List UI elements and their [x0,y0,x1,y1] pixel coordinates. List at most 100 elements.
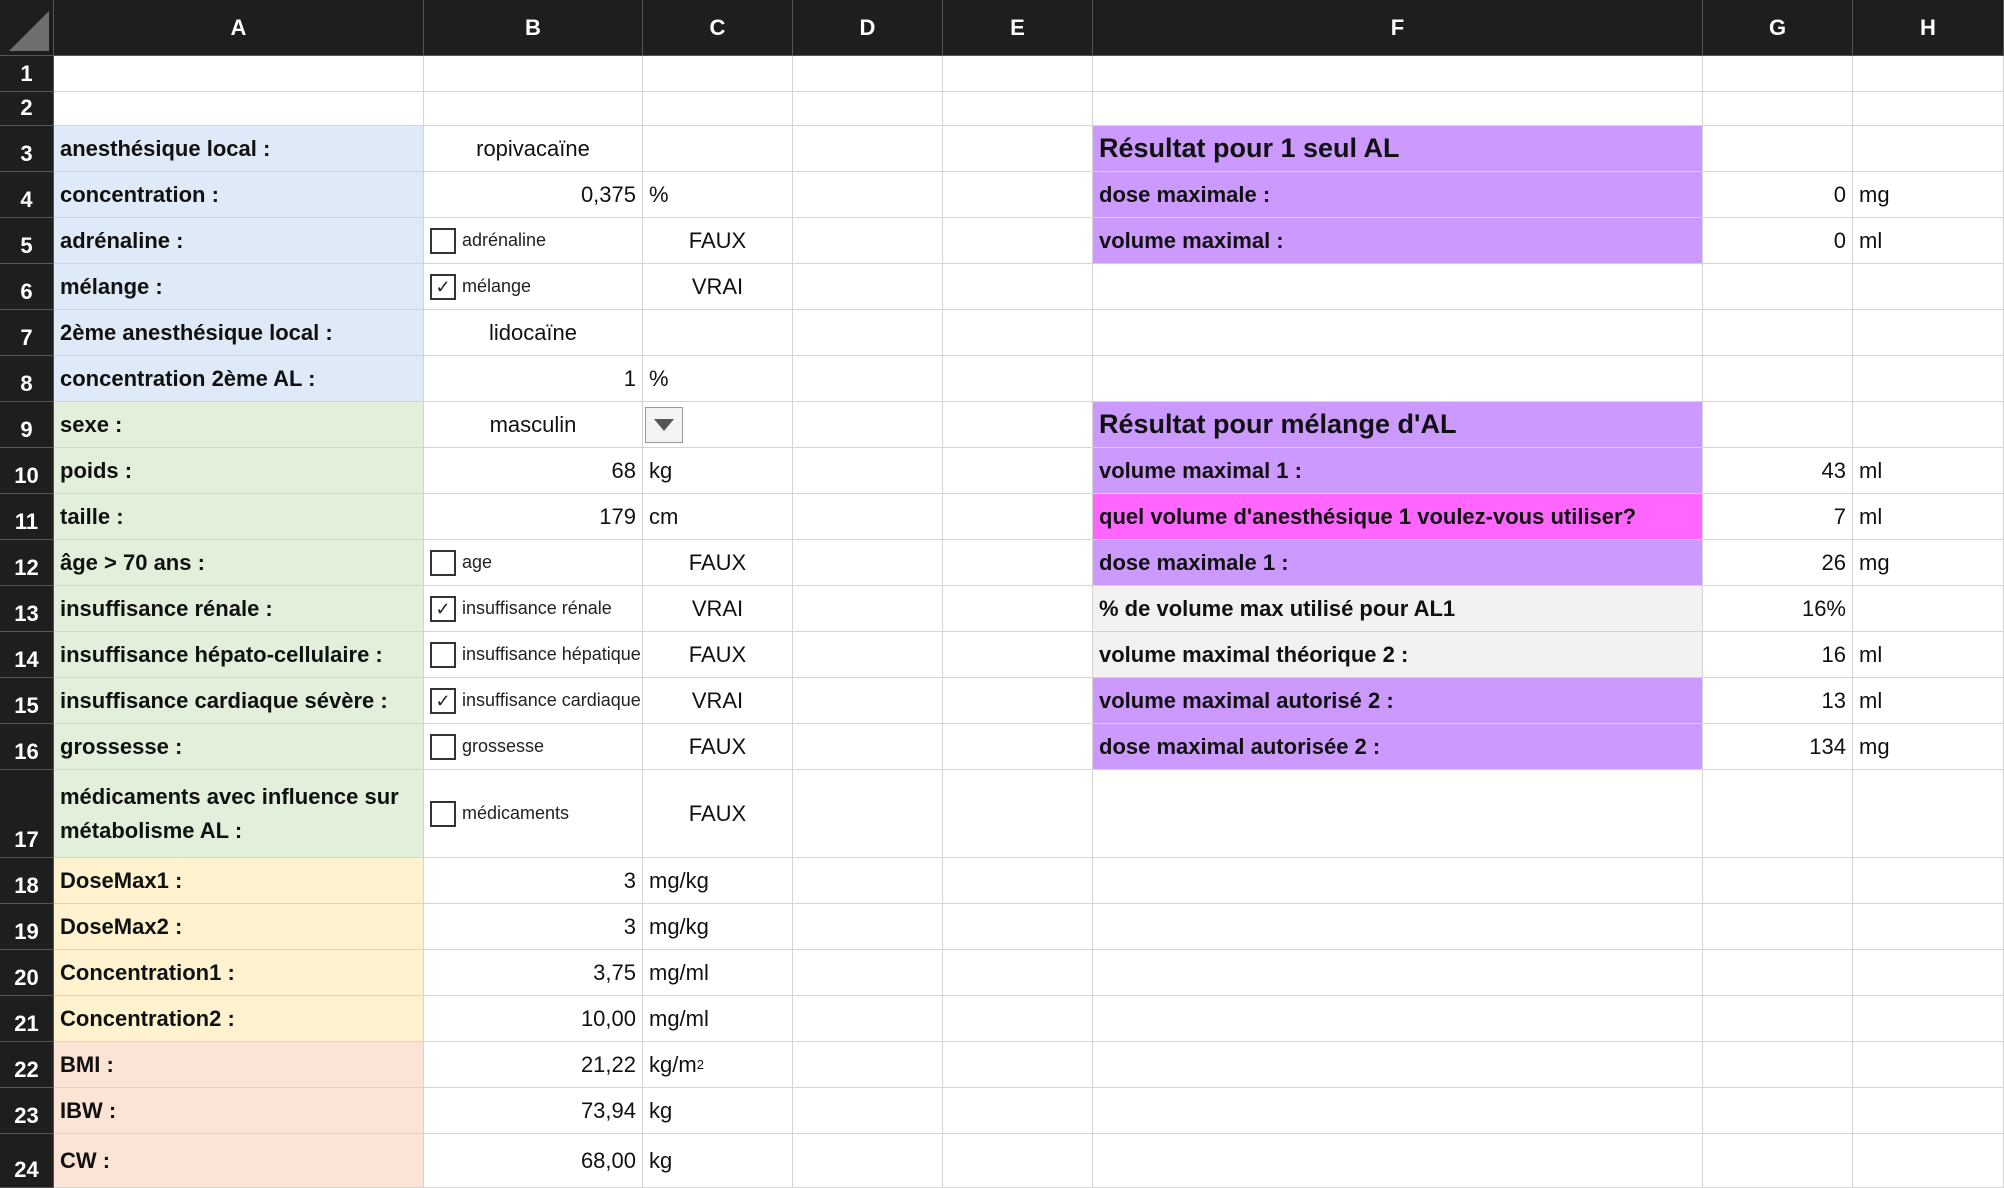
renal-flag[interactable]: VRAI [643,586,793,632]
grid-cell[interactable] [1093,1134,1703,1188]
row-header-6[interactable]: 6 [0,264,54,310]
row-header-19[interactable]: 19 [0,904,54,950]
grid-cell[interactable] [1703,126,1853,172]
grid-cell[interactable] [1853,858,2004,904]
grid-cell[interactable] [1703,904,1853,950]
weight-unit[interactable]: kg [643,448,793,494]
grid-cell[interactable] [793,264,943,310]
dose-value-21[interactable]: 10,00 [424,996,643,1042]
row-header-4[interactable]: 4 [0,172,54,218]
grid-cell[interactable] [1093,1088,1703,1134]
result-mix-unit-14[interactable]: ml [1853,632,2004,678]
result-mix-value-13[interactable]: 16% [1703,586,1853,632]
cardiac-flag[interactable]: VRAI [643,678,793,724]
empty-checkbox-icon[interactable] [430,549,456,576]
grid-cell[interactable] [1853,770,2004,858]
grid-cell[interactable] [943,632,1093,678]
row-header-10[interactable]: 10 [0,448,54,494]
grid-cell[interactable] [1703,1134,1853,1188]
grid-cell[interactable] [1703,1088,1853,1134]
grid-cell[interactable] [793,494,943,540]
body-value-24[interactable]: 68,00 [424,1134,643,1188]
grid-cell[interactable] [1853,356,2004,402]
dose-value-18[interactable]: 3 [424,858,643,904]
grid-cell[interactable] [793,950,943,996]
grid-cell[interactable] [1853,402,2004,448]
grid-cell[interactable] [943,1134,1093,1188]
column-header-b[interactable]: B [424,0,643,56]
age-flag[interactable]: FAUX [643,540,793,586]
checkmark-icon[interactable]: ✓ [430,687,456,714]
renal-checkbox[interactable]: ✓ insuffisance rénale [430,595,612,622]
grid-cell[interactable] [54,56,424,92]
grid-cell[interactable] [793,448,943,494]
grid-cell[interactable] [793,218,943,264]
result-mix-unit-15[interactable]: ml [1853,678,2004,724]
grid-cell[interactable] [793,770,943,858]
row-header-3[interactable]: 3 [0,126,54,172]
grid-cell[interactable] [793,1042,943,1088]
volume-input-al1[interactable]: 7 [1703,494,1853,540]
row-header-12[interactable]: 12 [0,540,54,586]
column-header-a[interactable]: A [54,0,424,56]
grid-cell[interactable] [1703,264,1853,310]
grid-cell[interactable] [943,858,1093,904]
result-mix-value-12[interactable]: 26 [1703,540,1853,586]
row-header-11[interactable]: 11 [0,494,54,540]
grid-cell[interactable] [1703,996,1853,1042]
concentration-2-value[interactable]: 1 [424,356,643,402]
grid-cell[interactable] [943,770,1093,858]
grid-cell[interactable] [1853,56,2004,92]
pregnancy-flag[interactable]: FAUX [643,724,793,770]
body-unit-24[interactable]: kg [643,1134,793,1188]
row-header-23[interactable]: 23 [0,1088,54,1134]
grid-cell[interactable] [793,92,943,126]
row-header-8[interactable]: 8 [0,356,54,402]
grid-cell[interactable] [793,310,943,356]
grid-cell[interactable] [424,92,643,126]
row-header-22[interactable]: 22 [0,1042,54,1088]
grid-cell[interactable] [643,56,793,92]
grid-cell[interactable] [1703,950,1853,996]
grid-cell[interactable] [943,56,1093,92]
pregnancy-cell[interactable]: grossesse [424,724,643,770]
grid-cell[interactable] [424,56,643,92]
grid-cell[interactable] [943,126,1093,172]
grid-cell[interactable] [793,540,943,586]
grid-cell[interactable] [1093,356,1703,402]
grid-cell[interactable] [793,996,943,1042]
melange-cell[interactable]: ✓ mélange [424,264,643,310]
empty-checkbox-icon[interactable] [430,641,456,668]
grid-cell[interactable] [943,904,1093,950]
dose-unit-19[interactable]: mg/kg [643,904,793,950]
row-header-14[interactable]: 14 [0,632,54,678]
grid-cell[interactable] [1703,1042,1853,1088]
grid-cell[interactable] [943,172,1093,218]
grid-cell[interactable] [943,540,1093,586]
column-header-d[interactable]: D [793,0,943,56]
grid-cell[interactable] [1093,1042,1703,1088]
grid-cell[interactable] [793,586,943,632]
pregnancy-checkbox[interactable]: grossesse [430,733,544,760]
cardiac-checkbox[interactable]: ✓ insuffisance cardiaque [430,687,641,714]
grid-cell[interactable] [1093,996,1703,1042]
empty-checkbox-icon[interactable] [430,800,456,827]
grid-cell[interactable] [1093,904,1703,950]
grid-cell[interactable] [1853,950,2004,996]
empty-checkbox-icon[interactable] [430,733,456,760]
hepatic-cell[interactable]: insuffisance hépatique [424,632,643,678]
row-header-18[interactable]: 18 [0,858,54,904]
grid-cell[interactable] [643,92,793,126]
grid-cell[interactable] [1853,1042,2004,1088]
grid-cell[interactable] [943,494,1093,540]
grid-cell[interactable] [943,448,1093,494]
select-all-corner[interactable] [0,0,54,56]
column-header-f[interactable]: F [1093,0,1703,56]
body-value-22[interactable]: 21,22 [424,1042,643,1088]
column-header-h[interactable]: H [1853,0,2004,56]
grid-cell[interactable] [943,218,1093,264]
grid-cell[interactable] [1703,92,1853,126]
anesthetic-1-value[interactable]: ropivacaïne [424,126,643,172]
grid-cell[interactable] [793,356,943,402]
grid-cell[interactable] [943,1042,1093,1088]
